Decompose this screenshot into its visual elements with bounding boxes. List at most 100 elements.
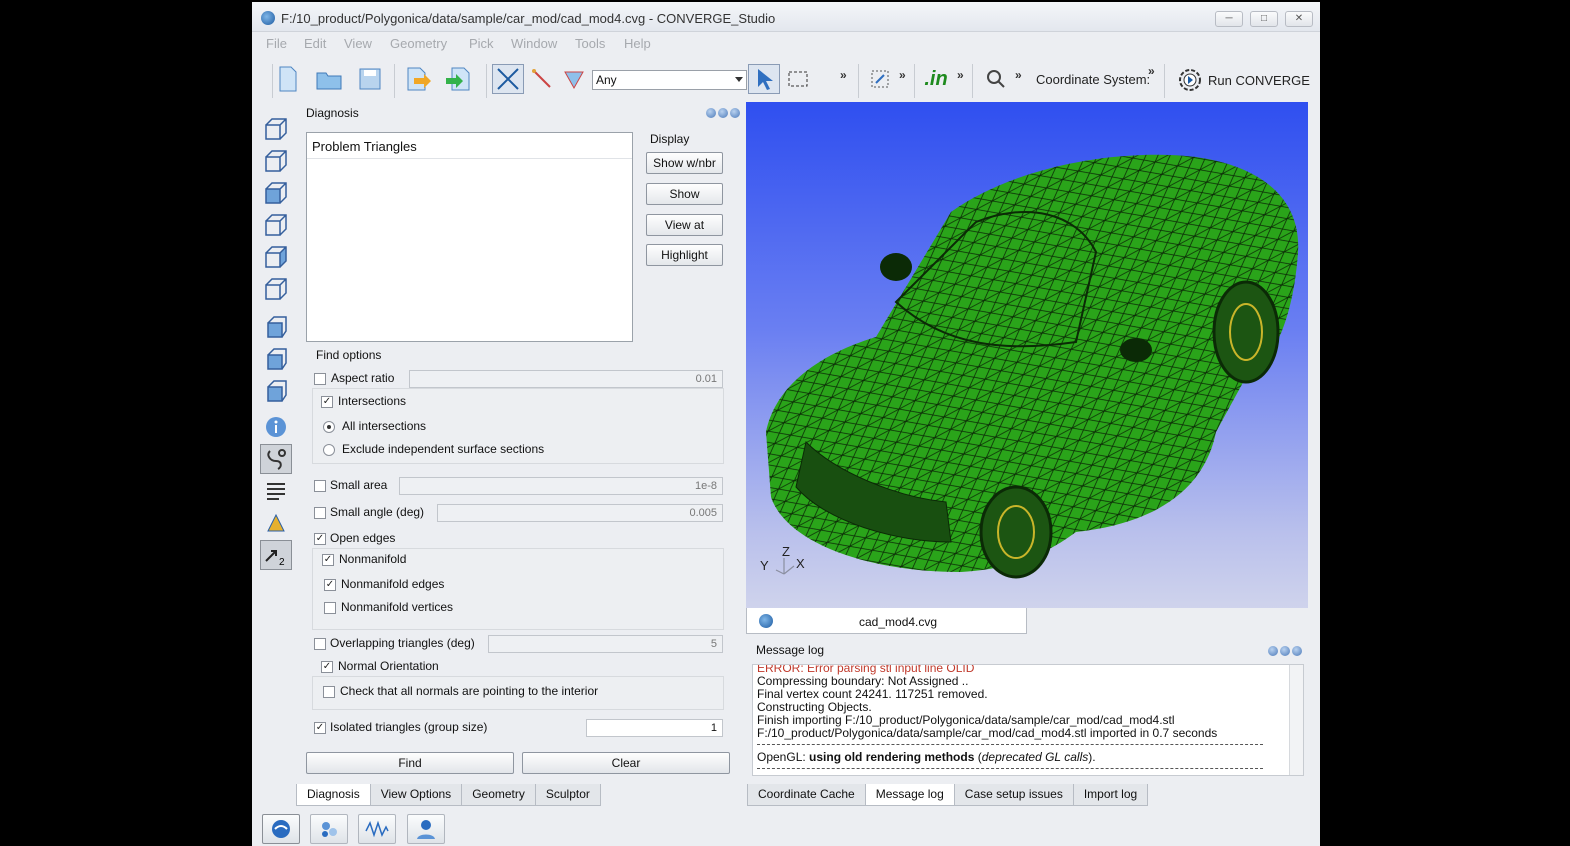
- waveform-icon[interactable]: [358, 814, 396, 844]
- view-cube-icon[interactable]: [260, 114, 292, 144]
- export-icon[interactable]: [442, 64, 474, 94]
- box-select-icon[interactable]: [782, 64, 814, 94]
- menu-window[interactable]: Window: [511, 36, 557, 51]
- overlapping-field[interactable]: 5: [488, 635, 723, 653]
- view-cube-side-icon[interactable]: [260, 210, 292, 240]
- show-with-neighbors-button[interactable]: Show w/nbr: [646, 152, 723, 174]
- view-at-button[interactable]: View at: [646, 214, 723, 236]
- transform-icon[interactable]: [864, 64, 896, 94]
- overlapping-checkbox[interactable]: [314, 638, 326, 650]
- new-file-icon[interactable]: [272, 64, 304, 94]
- isolated-checkbox[interactable]: ✓: [314, 722, 326, 734]
- nonmanifold-edges-checkbox[interactable]: ✓: [324, 579, 336, 591]
- run-converge-button[interactable]: Run CONVERGE: [1178, 68, 1310, 92]
- menu-help[interactable]: Help: [624, 36, 651, 51]
- axis-lines: [775, 558, 795, 575]
- menu-edit[interactable]: Edit: [304, 36, 326, 51]
- clear-button[interactable]: Clear: [522, 752, 730, 774]
- list-options-icon[interactable]: [260, 476, 292, 506]
- small-area-field[interactable]: 1e-8: [399, 477, 723, 495]
- tab-sculptor[interactable]: Sculptor: [534, 784, 601, 806]
- help-icon[interactable]: [1268, 646, 1278, 656]
- log-panel-controls[interactable]: [1268, 646, 1302, 656]
- isolated-field[interactable]: 1: [586, 719, 723, 737]
- problem-triangles-list[interactable]: Problem Triangles: [306, 132, 633, 342]
- message-log-content[interactable]: ERROR: Error parsing stl input line OLID…: [752, 664, 1304, 776]
- nonmanifold-checkbox[interactable]: ✓: [322, 554, 334, 566]
- view-cube-top-icon[interactable]: [260, 178, 292, 208]
- maximize-button[interactable]: □: [1250, 11, 1278, 27]
- transform-tool-icon[interactable]: 2: [260, 540, 292, 570]
- 3d-viewport[interactable]: Z Y X: [746, 102, 1308, 608]
- close-icon[interactable]: [1292, 646, 1302, 656]
- log-scrollbar[interactable]: [1289, 665, 1303, 775]
- open-folder-icon[interactable]: [313, 64, 345, 94]
- case-setup-icon[interactable]: [262, 814, 300, 844]
- toolbar-overflow-icon[interactable]: »: [957, 68, 964, 82]
- intersections-checkbox[interactable]: ✓: [321, 396, 333, 408]
- viewport-file-tab[interactable]: cad_mod4.cvg: [746, 608, 1027, 634]
- tab-coordinate-cache[interactable]: Coordinate Cache: [747, 784, 866, 806]
- info-icon[interactable]: [260, 412, 292, 442]
- normal-orientation-checkbox[interactable]: ✓: [321, 661, 333, 673]
- show-button[interactable]: Show: [646, 183, 723, 205]
- toolbar-overflow-icon[interactable]: »: [1015, 68, 1022, 82]
- small-area-checkbox[interactable]: [314, 480, 326, 492]
- aspect-ratio-checkbox[interactable]: [314, 373, 326, 385]
- saved-view-2-icon[interactable]: [260, 344, 292, 374]
- help-icon[interactable]: [706, 108, 716, 118]
- find-button[interactable]: Find: [306, 752, 514, 774]
- toolbar-overflow-icon[interactable]: »: [840, 68, 847, 82]
- minimize-button[interactable]: ─: [1215, 11, 1243, 27]
- all-intersections-label: All intersections: [342, 419, 427, 433]
- app-icon: [261, 11, 275, 25]
- import-icon[interactable]: [402, 64, 434, 94]
- save-icon[interactable]: [354, 64, 386, 94]
- tab-diagnosis[interactable]: Diagnosis: [296, 784, 371, 806]
- tab-message-log[interactable]: Message log: [864, 784, 955, 806]
- menu-tools[interactable]: Tools: [575, 36, 605, 51]
- saved-view-1-icon[interactable]: [260, 312, 292, 342]
- tab-geometry[interactable]: Geometry: [461, 784, 536, 806]
- input-file-icon[interactable]: .in: [920, 64, 952, 94]
- aspect-ratio-field[interactable]: 0.01: [409, 370, 723, 388]
- undock-icon[interactable]: [1280, 646, 1290, 656]
- main-toolbar: Any » » .in » » Coordinate System: » Run…: [252, 54, 1320, 102]
- toolbar-overflow-icon[interactable]: »: [899, 68, 906, 82]
- panel-controls[interactable]: [706, 108, 740, 118]
- view-cube-front-icon[interactable]: [260, 146, 292, 176]
- nonmanifold-vertices-checkbox[interactable]: [324, 602, 336, 614]
- normals-interior-checkbox[interactable]: [323, 686, 335, 698]
- close-icon[interactable]: [730, 108, 740, 118]
- regions-icon[interactable]: [310, 814, 348, 844]
- menu-pick[interactable]: Pick: [469, 36, 494, 51]
- geometry-tool-icon[interactable]: [260, 508, 292, 538]
- pick-type-select[interactable]: Any: [592, 70, 747, 90]
- highlight-button[interactable]: Highlight: [646, 244, 723, 266]
- menu-view[interactable]: View: [344, 36, 372, 51]
- saved-view-3-icon[interactable]: [260, 376, 292, 406]
- toolbar-overflow-icon[interactable]: »: [1148, 64, 1155, 78]
- zoom-fit-icon[interactable]: [980, 64, 1012, 94]
- tab-view-options[interactable]: View Options: [369, 784, 463, 806]
- small-angle-checkbox[interactable]: [314, 507, 326, 519]
- view-cube-back-icon[interactable]: [260, 242, 292, 272]
- coordinate-system-label[interactable]: Coordinate System:: [1036, 72, 1150, 87]
- view-cube-bottom-icon[interactable]: [260, 274, 292, 304]
- all-intersections-radio[interactable]: [323, 421, 335, 433]
- diagnosis-tool-icon[interactable]: [260, 444, 292, 474]
- menu-geometry[interactable]: Geometry: [390, 36, 447, 51]
- close-button[interactable]: ✕: [1285, 11, 1313, 27]
- undock-icon[interactable]: [718, 108, 728, 118]
- tab-import-log[interactable]: Import log: [1072, 784, 1149, 806]
- open-edges-checkbox[interactable]: ✓: [314, 533, 326, 545]
- user-icon[interactable]: [407, 814, 445, 844]
- pick-edge-icon[interactable]: [526, 64, 558, 94]
- pick-triangle-icon[interactable]: [492, 64, 524, 94]
- small-angle-field[interactable]: 0.005: [437, 504, 723, 522]
- exclude-sections-radio[interactable]: [323, 444, 335, 456]
- tab-case-setup-issues[interactable]: Case setup issues: [953, 784, 1074, 806]
- menu-file[interactable]: File: [266, 36, 287, 51]
- pointer-select-icon[interactable]: [748, 64, 780, 94]
- pick-surface-icon[interactable]: [558, 64, 590, 94]
